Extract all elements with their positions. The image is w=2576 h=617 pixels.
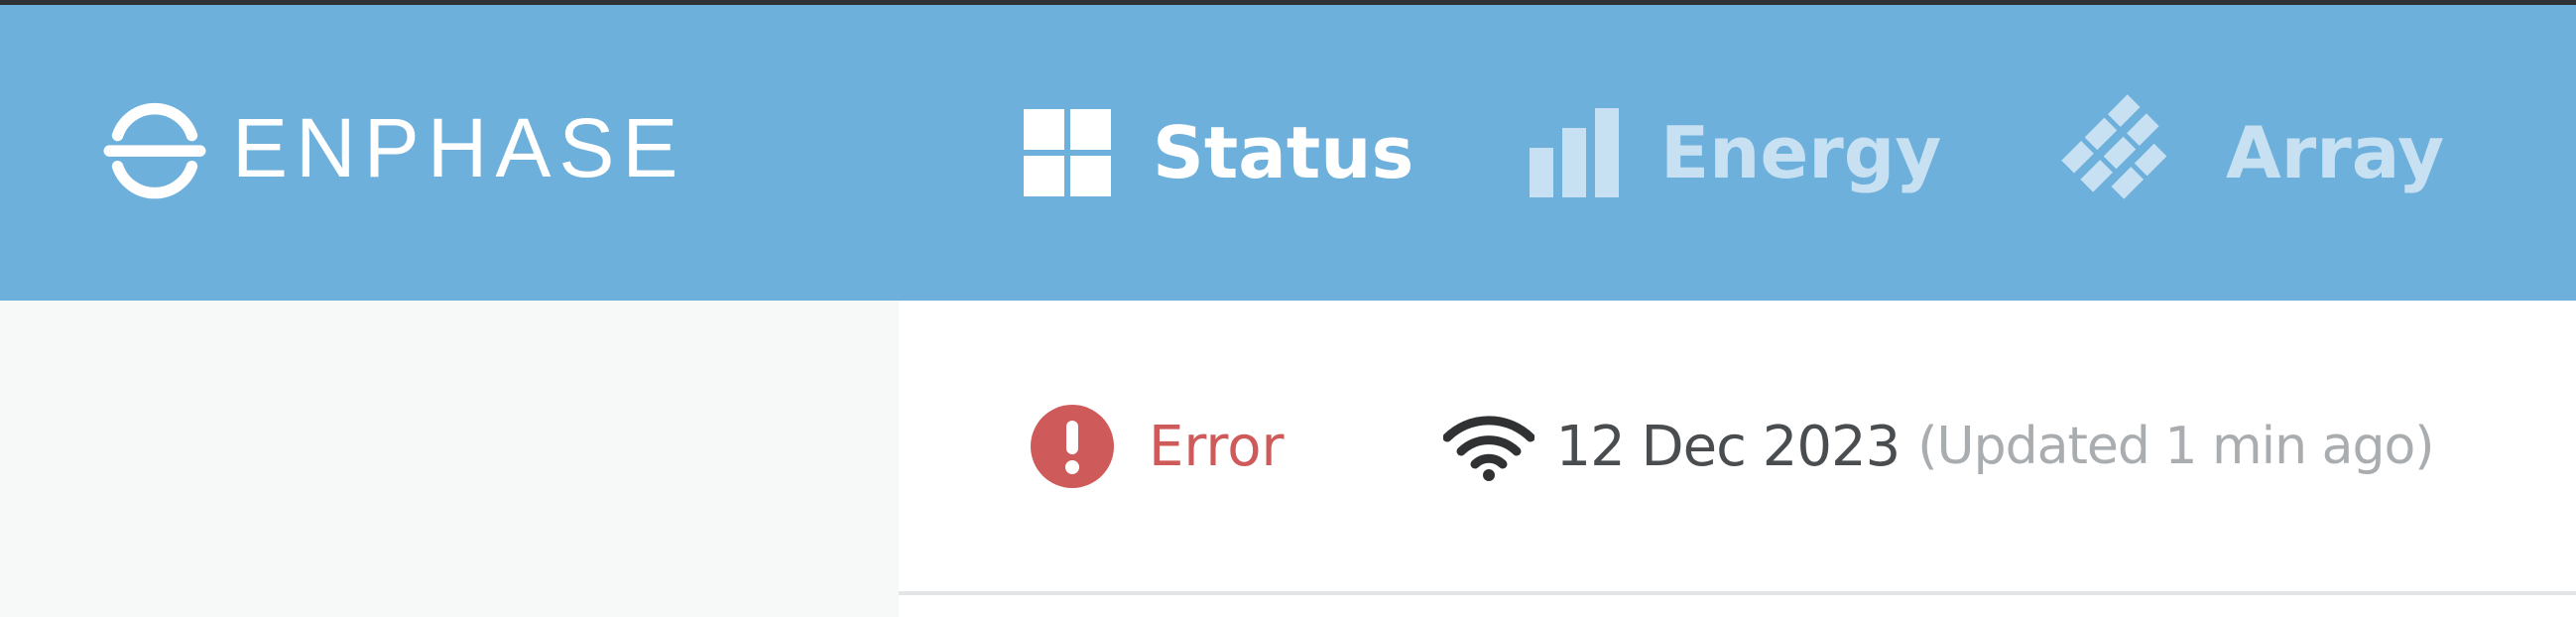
bar-chart-icon <box>1530 108 1619 197</box>
left-panel <box>0 301 899 617</box>
status-bar: Error 12 Dec 2023 (Updated 1 min ago) <box>1030 397 2435 496</box>
section-divider <box>899 591 2576 595</box>
status-state: Error <box>1149 414 1285 479</box>
brand-logo[interactable]: ENPHASE <box>103 90 685 205</box>
nav-tab-label: Energy <box>1660 111 1942 194</box>
last-report-date: 12 Dec 2023 <box>1555 414 1901 479</box>
panel-array-icon <box>2061 94 2167 199</box>
nav-tab-label: Array <box>2226 111 2445 194</box>
nav-tab-energy[interactable]: Energy <box>1530 88 1941 217</box>
enphase-logo-icon <box>103 103 206 199</box>
nav-tab-array[interactable]: Array <box>2055 88 2444 217</box>
nav-tab-status[interactable]: Status <box>1024 88 1413 217</box>
brand-name: ENPHASE <box>232 101 686 194</box>
updated-ago-text: (Updated 1 min ago) <box>1917 417 2434 476</box>
wifi-icon <box>1442 416 1534 481</box>
grid-icon <box>1024 109 1111 196</box>
nav-tab-label: Status <box>1153 111 1414 194</box>
app-header: ENPHASE Status Energy Array <box>0 5 2576 301</box>
error-exclamation-icon <box>1031 405 1114 488</box>
